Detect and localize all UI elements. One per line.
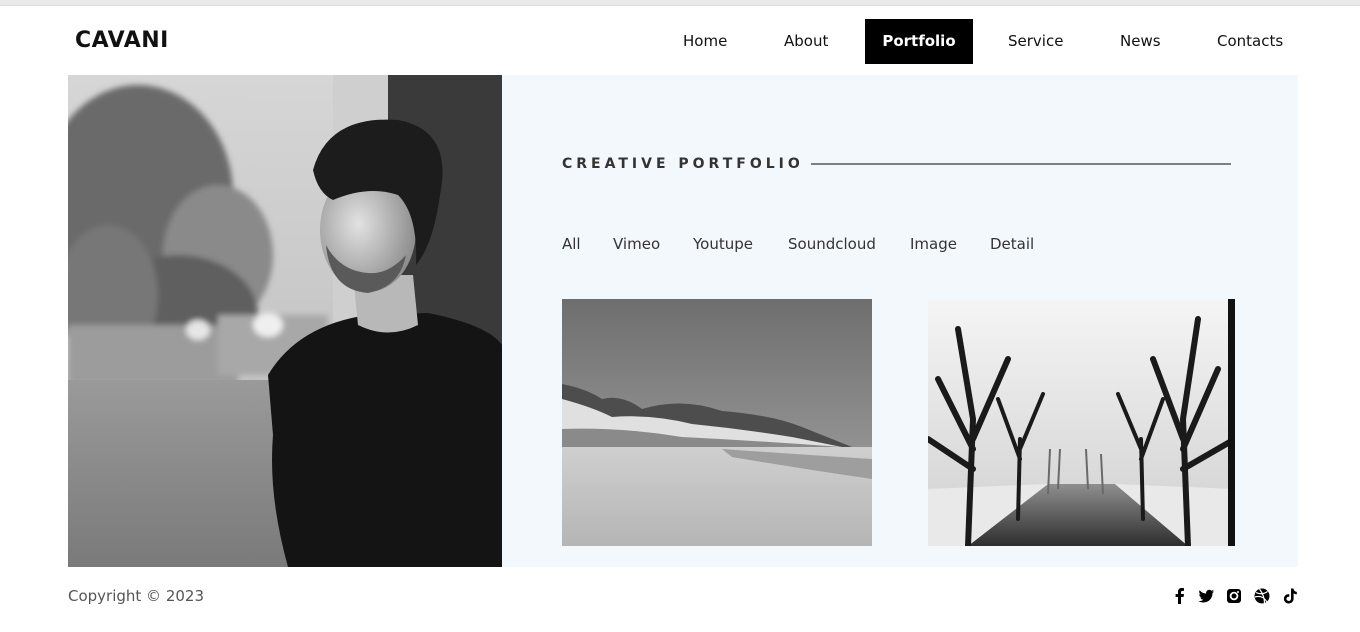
- nav-item-service[interactable]: Service: [1008, 19, 1063, 64]
- filter-image[interactable]: Image: [910, 235, 957, 253]
- twitter-icon[interactable]: [1196, 586, 1216, 606]
- nav-item-portfolio[interactable]: Portfolio: [865, 19, 973, 64]
- section-title: CREATIVE PORTFOLIO: [562, 156, 804, 172]
- nav-item-contacts[interactable]: Contacts: [1217, 19, 1283, 64]
- nav-item-home[interactable]: Home: [683, 19, 727, 64]
- instagram-icon[interactable]: [1224, 586, 1244, 606]
- tiktok-icon[interactable]: [1280, 586, 1300, 606]
- browser-top-border: [0, 0, 1360, 6]
- copyright-text: Copyright © 2023: [68, 587, 205, 605]
- filter-youtube[interactable]: Youtupe: [693, 235, 753, 253]
- filter-vimeo[interactable]: Vimeo: [613, 235, 660, 253]
- main-nav: Home About Portfolio Service News Contac…: [0, 19, 1360, 64]
- portfolio-item-beach[interactable]: [562, 299, 872, 546]
- dribbble-icon[interactable]: [1252, 586, 1272, 606]
- facebook-icon[interactable]: [1170, 586, 1190, 606]
- filter-detail[interactable]: Detail: [990, 235, 1034, 253]
- nav-item-news[interactable]: News: [1120, 19, 1161, 64]
- title-divider: [811, 163, 1231, 165]
- filter-soundcloud[interactable]: Soundcloud: [788, 235, 876, 253]
- nav-item-about[interactable]: About: [784, 19, 828, 64]
- portfolio-item-park[interactable]: [928, 299, 1235, 546]
- filter-all[interactable]: All: [562, 235, 581, 253]
- hero-portrait-image: [68, 75, 502, 567]
